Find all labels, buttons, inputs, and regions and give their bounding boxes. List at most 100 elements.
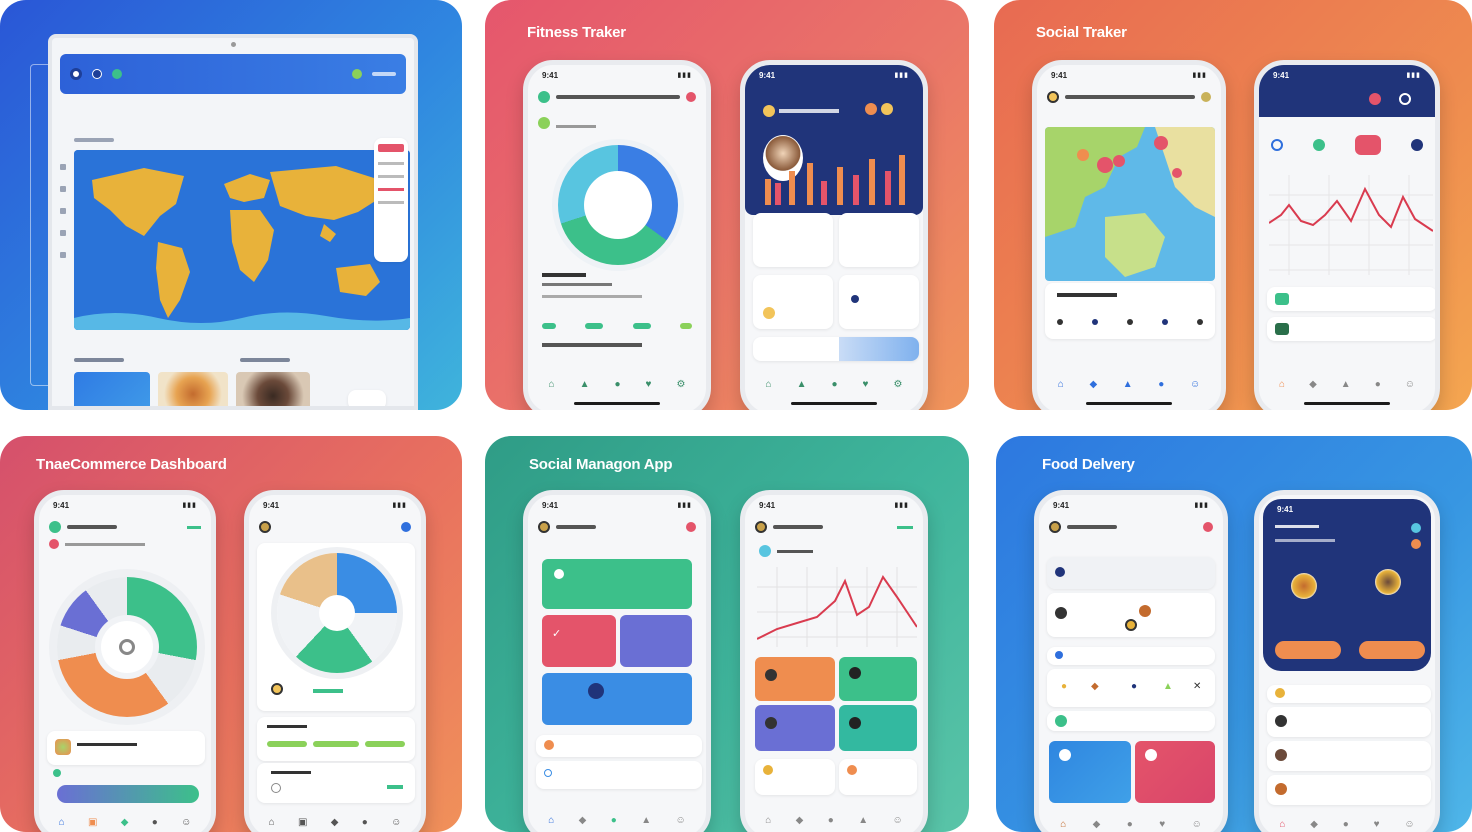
list-item[interactable]	[1267, 317, 1435, 341]
order-row[interactable]	[1267, 775, 1431, 805]
badge-icon[interactable]	[881, 103, 893, 115]
stat-card[interactable]	[753, 275, 833, 329]
user-icon[interactable]	[92, 69, 102, 79]
cart-icon[interactable]	[1411, 539, 1421, 549]
tag-icon[interactable]: ◆	[331, 817, 339, 828]
gallery-card-blue[interactable]	[74, 372, 150, 406]
home-icon[interactable]: ⌂	[59, 817, 65, 828]
bell-icon[interactable]: ▲	[858, 815, 868, 826]
bell-icon[interactable]: ●	[1375, 379, 1381, 390]
user-icon[interactable]: ☺	[1405, 379, 1415, 390]
user-icon[interactable]: ☺	[1192, 819, 1202, 830]
home-icon[interactable]: ⌂	[1060, 819, 1066, 830]
tile-orange[interactable]	[755, 657, 835, 701]
notification-icon[interactable]	[352, 69, 362, 79]
chat-icon[interactable]: ●	[828, 815, 834, 826]
stat-card[interactable]	[753, 213, 833, 267]
home-icon[interactable]: ⌂	[548, 815, 554, 826]
record-icon[interactable]	[1369, 93, 1381, 105]
category-icon[interactable]: ●	[1131, 681, 1137, 692]
heart-icon[interactable]: ♥	[646, 379, 652, 390]
cart-icon[interactable]: ●	[1127, 819, 1133, 830]
order-row[interactable]	[1267, 741, 1431, 771]
food-photo[interactable]	[158, 372, 228, 406]
list-item[interactable]	[536, 735, 702, 757]
run-icon[interactable]: ●	[831, 379, 837, 390]
feed-card-green[interactable]	[542, 559, 692, 609]
feed-icon[interactable]: ◆	[796, 815, 804, 826]
toolbar-icon[interactable]	[60, 164, 66, 170]
profile-icon[interactable]	[1411, 523, 1421, 533]
action-chip[interactable]	[348, 390, 386, 406]
home-icon[interactable]: ⌂	[765, 815, 771, 826]
order-button[interactable]	[1359, 641, 1425, 659]
tile-teal[interactable]	[839, 705, 917, 751]
feed-card-red[interactable]: ✓	[542, 615, 616, 667]
logo-icon[interactable]	[70, 68, 82, 80]
home-icon[interactable]: ⌂	[1279, 379, 1285, 390]
user-icon[interactable]: ☺	[1190, 379, 1200, 390]
feed-card-blue[interactable]	[542, 673, 692, 725]
run-icon[interactable]: ●	[614, 379, 620, 390]
location-map[interactable]	[1045, 127, 1215, 281]
map-icon[interactable]: ◆	[1089, 379, 1097, 390]
home-icon[interactable]: ⌂	[1058, 379, 1064, 390]
stat-card[interactable]	[839, 213, 919, 267]
restaurant-row[interactable]	[1047, 593, 1215, 637]
toolbar-icon[interactable]	[60, 208, 66, 214]
user-icon[interactable]: ☺	[1404, 819, 1414, 830]
profile-icon[interactable]	[1399, 93, 1411, 105]
promo-row[interactable]	[1047, 711, 1215, 731]
heart-icon[interactable]: ♥	[863, 379, 869, 390]
order-row[interactable]	[1267, 707, 1431, 737]
summary-card[interactable]	[755, 759, 835, 795]
product-card[interactable]	[47, 731, 205, 765]
category-icon[interactable]: ▲	[1163, 681, 1173, 692]
chart-icon[interactable]: ▲	[580, 379, 590, 390]
user-icon[interactable]	[1411, 139, 1423, 151]
avatar[interactable]	[763, 105, 775, 117]
chart-icon[interactable]: ▲	[797, 379, 807, 390]
category-icon[interactable]: ✕	[1193, 681, 1201, 692]
heart-icon[interactable]: ♥	[1374, 819, 1380, 830]
offer-card-blue[interactable]	[1049, 741, 1131, 803]
cart-icon[interactable]: ●	[1343, 819, 1349, 830]
chart-icon[interactable]: ▲	[1123, 379, 1133, 390]
bell-icon[interactable]: ●	[1158, 379, 1164, 390]
settings-icon[interactable]: ⚙	[894, 379, 903, 390]
bell-icon[interactable]: ●	[152, 817, 158, 828]
search-banner[interactable]	[1047, 557, 1215, 589]
feed-card-purple[interactable]	[620, 615, 692, 667]
leaf-icon[interactable]	[1313, 139, 1325, 151]
user-icon[interactable]: ☺	[181, 817, 191, 828]
home-icon[interactable]: ⌂	[549, 379, 555, 390]
heart-icon[interactable]: ♥	[1159, 819, 1165, 830]
food-photo[interactable]	[236, 372, 310, 406]
feed-icon[interactable]: ◆	[579, 815, 587, 826]
home-icon[interactable]: ⌂	[269, 817, 275, 828]
offer-card-red[interactable]	[1135, 741, 1215, 803]
world-map[interactable]	[74, 150, 410, 330]
summary-card[interactable]	[839, 759, 917, 795]
chart-icon[interactable]: ▲	[1341, 379, 1351, 390]
user-icon[interactable]: ☺	[391, 817, 401, 828]
list-item[interactable]	[1267, 287, 1435, 311]
profile-icon[interactable]	[401, 522, 411, 532]
cart-icon[interactable]: ▣	[88, 817, 97, 828]
sync-icon[interactable]	[1271, 139, 1283, 151]
category-icon[interactable]: ●	[1061, 681, 1067, 692]
chat-icon[interactable]: ●	[611, 815, 617, 826]
cart-icon[interactable]: ▣	[298, 817, 307, 828]
tag-icon[interactable]: ◆	[121, 817, 129, 828]
order-button[interactable]	[1275, 641, 1341, 659]
toolbar-icon[interactable]	[60, 252, 66, 258]
action-button[interactable]	[1355, 135, 1381, 155]
user-icon[interactable]: ☺	[893, 815, 903, 826]
list-item[interactable]	[536, 761, 702, 789]
profile-icon[interactable]	[686, 92, 696, 102]
settings-icon[interactable]: ⚙	[677, 379, 686, 390]
checkout-button[interactable]	[57, 785, 199, 803]
order-row[interactable]	[1267, 685, 1431, 703]
bell-icon[interactable]: ▲	[641, 815, 651, 826]
progress-card[interactable]	[753, 337, 919, 361]
